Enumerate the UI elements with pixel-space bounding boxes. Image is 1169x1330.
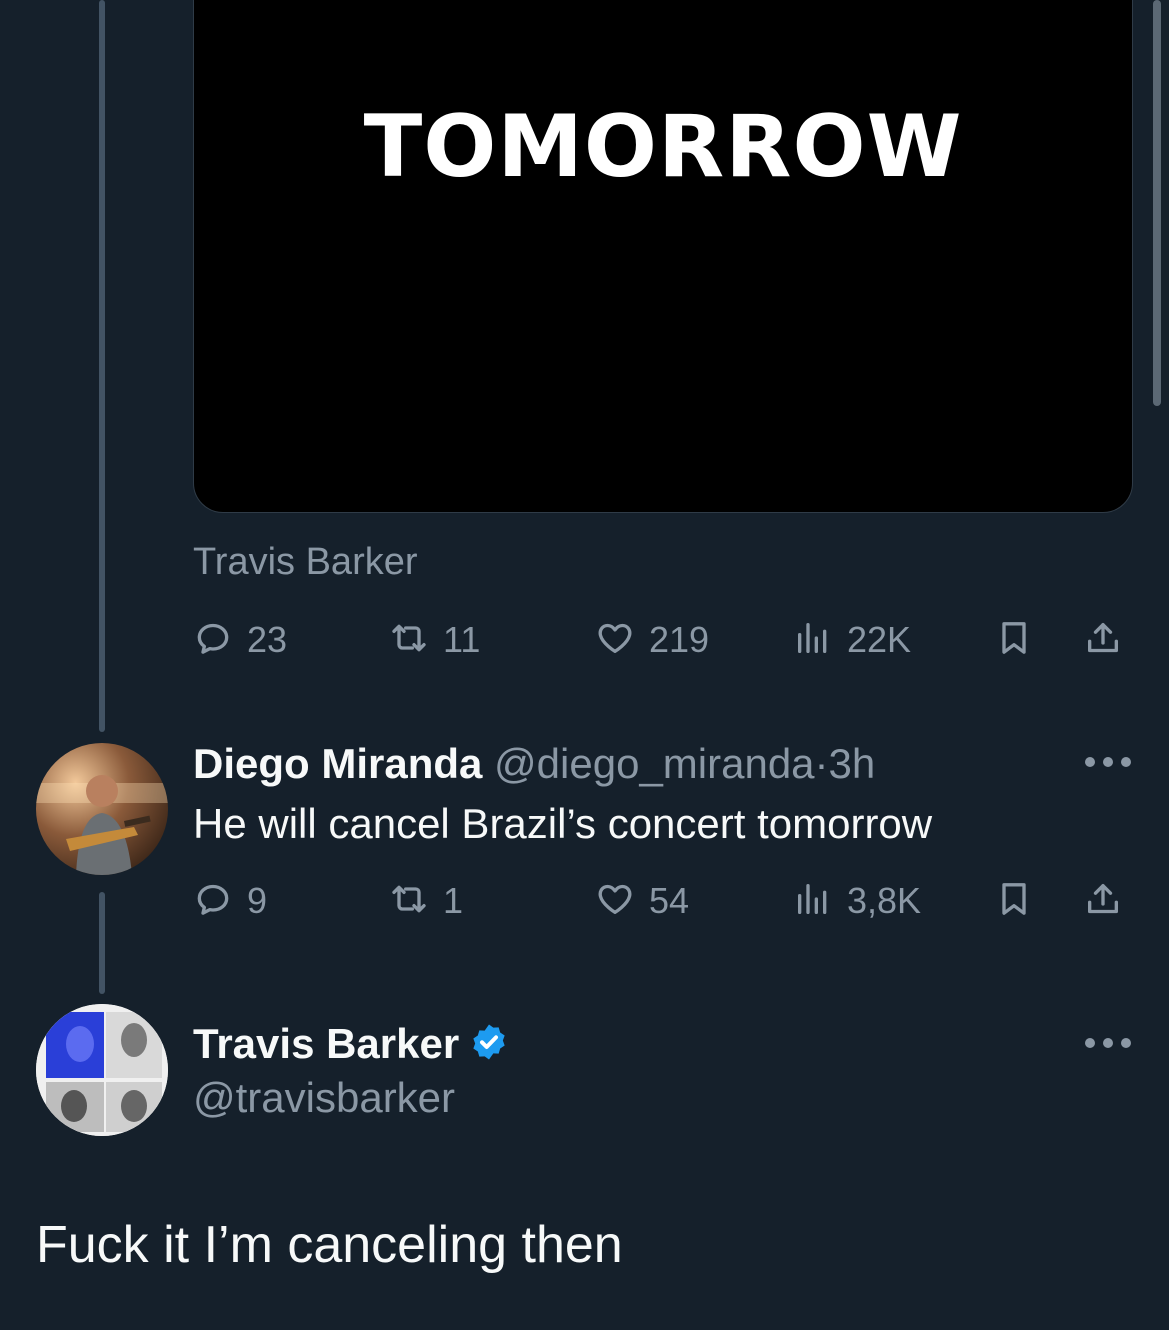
bookmark-icon <box>994 618 1034 663</box>
thread-connector-line <box>99 892 105 994</box>
author-handle[interactable]: @travisbarker <box>193 1073 455 1123</box>
reply-icon <box>193 618 233 663</box>
separator-dot: · <box>814 740 829 787</box>
retweet-icon <box>389 879 429 924</box>
reply-count: 9 <box>247 880 268 921</box>
views-icon <box>793 618 833 663</box>
retweet-button[interactable]: 1 <box>389 876 463 926</box>
tweet-text: Fuck it I’m canceling then <box>36 1216 623 1274</box>
author-name[interactable]: Travis Barker <box>193 1020 459 1067</box>
avatar[interactable] <box>36 743 168 875</box>
verified-badge-icon <box>473 1024 505 1060</box>
media-title-text: TOMORROW <box>363 97 963 197</box>
tweet-time[interactable]: 3h <box>829 740 876 787</box>
reply-button[interactable]: 9 <box>193 876 267 926</box>
like-count: 219 <box>649 619 710 660</box>
like-count: 54 <box>649 880 690 921</box>
views-icon <box>793 879 833 924</box>
thread-connector-line <box>99 0 105 732</box>
views-count: 22K <box>847 619 912 660</box>
tweet-action-bar: 9 1 54 3,8K <box>193 876 1133 926</box>
like-icon <box>595 618 635 663</box>
card-caption[interactable]: Travis Barker <box>193 540 418 586</box>
tweet-text: He will cancel Brazil’s concert tomorrow <box>193 800 933 847</box>
views-button[interactable]: 22K <box>793 615 911 665</box>
share-icon <box>1083 879 1123 924</box>
reply-tweet-header: Diego Miranda @diego_miranda·3h <box>193 739 875 789</box>
more-icon[interactable] <box>1085 756 1131 768</box>
tweet-thread-page: TOMORROW Travis Barker 23 11 219 22K Die… <box>0 0 1169 1330</box>
media-card[interactable]: TOMORROW <box>193 0 1133 513</box>
share-button[interactable] <box>1083 615 1123 665</box>
reply-icon <box>193 879 233 924</box>
retweet-icon <box>389 618 429 663</box>
more-icon[interactable] <box>1085 1037 1131 1049</box>
author-name[interactable]: Diego Miranda <box>193 740 482 787</box>
share-icon <box>1083 618 1123 663</box>
like-button[interactable]: 219 <box>595 615 709 665</box>
retweet-count: 11 <box>443 619 481 660</box>
avatar[interactable] <box>36 1004 168 1136</box>
like-icon <box>595 879 635 924</box>
main-tweet-header: Travis Barker <box>193 1019 509 1069</box>
reply-button[interactable]: 23 <box>193 615 287 665</box>
like-button[interactable]: 54 <box>595 876 689 926</box>
bookmark-button[interactable] <box>994 615 1034 665</box>
share-button[interactable] <box>1083 876 1123 926</box>
bookmark-button[interactable] <box>994 876 1034 926</box>
views-button[interactable]: 3,8K <box>793 876 921 926</box>
reply-count: 23 <box>247 619 288 660</box>
views-count: 3,8K <box>847 880 922 921</box>
retweet-button[interactable]: 11 <box>389 615 480 665</box>
author-handle[interactable]: @diego_miranda <box>494 740 815 787</box>
scrollbar[interactable] <box>1153 0 1161 406</box>
tweet-action-bar: 23 11 219 22K <box>193 615 1133 665</box>
retweet-count: 1 <box>443 880 464 921</box>
bookmark-icon <box>994 879 1034 924</box>
